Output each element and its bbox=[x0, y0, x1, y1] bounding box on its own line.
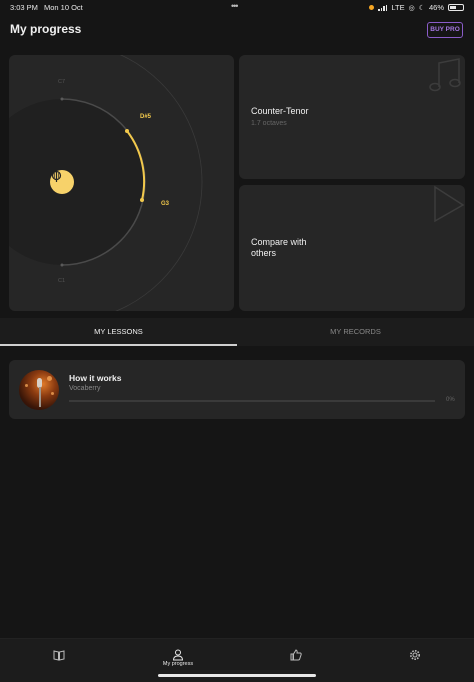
person-icon bbox=[172, 649, 184, 661]
inner-range-disc bbox=[9, 99, 145, 265]
tab-my-lessons[interactable]: MY LESSONS bbox=[0, 318, 237, 346]
lesson-progress-bar bbox=[69, 400, 435, 402]
home-indicator[interactable] bbox=[158, 674, 316, 677]
status-time: 3:03 PM bbox=[10, 3, 38, 12]
microphone-icon bbox=[51, 170, 62, 182]
tab-my-records[interactable]: MY RECORDS bbox=[237, 318, 474, 346]
multitasking-dots-icon[interactable]: ••• bbox=[231, 1, 239, 11]
book-icon bbox=[53, 650, 65, 661]
compare-card[interactable]: Compare with others bbox=[239, 185, 465, 311]
lesson-title: How it works bbox=[69, 373, 122, 383]
voice-range-label: 1.7 octaves bbox=[251, 120, 287, 127]
low-note-label: G3 bbox=[161, 201, 170, 207]
low-note-marker bbox=[140, 198, 144, 202]
status-indicators: LTE ◎ ☾ 46% bbox=[369, 3, 464, 12]
network-label: LTE bbox=[391, 3, 405, 12]
vocal-range-card[interactable]: C7 C1 D#5 G3 bbox=[9, 55, 234, 311]
mic-in-use-icon bbox=[369, 5, 375, 10]
active-tab-indicator bbox=[0, 344, 237, 346]
lesson-thumbnail bbox=[19, 370, 59, 410]
lesson-author: Vocaberry bbox=[69, 385, 101, 392]
microphone-button[interactable] bbox=[50, 170, 74, 194]
lesson-item[interactable]: How it works Vocaberry 0% bbox=[9, 360, 465, 419]
voice-type-card[interactable]: Counter-Tenor 1.7 octaves bbox=[239, 55, 465, 179]
status-bar: 3:03 PM Mon 10 Oct ••• LTE ◎ ☾ 46% bbox=[0, 0, 474, 14]
top-note-marker bbox=[60, 97, 64, 101]
battery-icon bbox=[448, 4, 464, 11]
gear-icon bbox=[410, 650, 420, 660]
nav-my-progress-label: My progress bbox=[162, 661, 194, 667]
page-title: My progress bbox=[10, 22, 82, 36]
status-date: Mon 10 Oct bbox=[44, 3, 83, 12]
buy-pro-button[interactable]: BUY PRO bbox=[427, 22, 463, 38]
compare-label: Compare with others bbox=[251, 237, 307, 258]
range-arc-graphic bbox=[9, 55, 203, 311]
location-icon: ◎ bbox=[408, 4, 415, 12]
nav-settings[interactable] bbox=[385, 639, 445, 682]
signal-icon bbox=[378, 4, 388, 11]
thumbs-up-icon bbox=[290, 649, 302, 661]
bottom-note-label: C1 bbox=[58, 278, 66, 284]
lesson-progress-percent: 0% bbox=[446, 397, 455, 403]
lesson-tabs: MY LESSONS MY RECORDS bbox=[0, 318, 474, 346]
bottom-note-marker bbox=[60, 263, 64, 267]
moon-icon: ☾ bbox=[418, 4, 425, 12]
music-note-icon bbox=[429, 58, 461, 92]
play-triangle-icon bbox=[434, 185, 465, 223]
battery-label: 46% bbox=[428, 3, 444, 12]
high-note-label: D#5 bbox=[140, 114, 152, 120]
high-note-marker bbox=[125, 129, 129, 133]
voice-type-label: Counter-Tenor bbox=[251, 106, 309, 116]
nav-lessons[interactable] bbox=[29, 639, 89, 682]
top-note-label: C7 bbox=[58, 79, 66, 85]
